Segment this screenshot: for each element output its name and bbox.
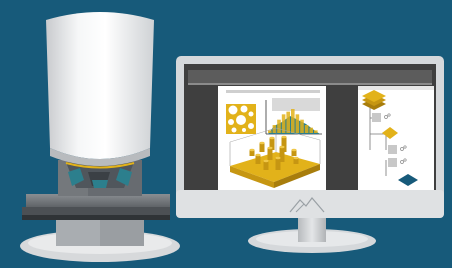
surface-pillar-top: [267, 146, 273, 150]
surface-pillar-top: [275, 156, 281, 160]
workflow-panel: [358, 86, 434, 190]
scene-svg: [20, 12, 444, 262]
histogram-bar: [295, 114, 300, 133]
surface-pillar-top: [281, 135, 287, 139]
particle-image: [226, 104, 256, 134]
surface-pillar-top: [263, 159, 269, 163]
panel-header-bar: [226, 90, 320, 93]
surface-pillar-top: [255, 153, 261, 157]
surface-pillar-top: [269, 136, 275, 140]
lens-segment-center: [92, 180, 108, 188]
surface-pillar: [255, 155, 261, 164]
histogram-bar: [300, 119, 304, 133]
screen-titlebar: [188, 70, 432, 83]
histogram-bar: [309, 127, 313, 133]
surface-pillar-top: [291, 148, 297, 152]
surface-pillar-top: [293, 156, 299, 160]
analysis-panel: [218, 86, 326, 190]
monitor: [176, 56, 444, 253]
illustration-canvas: [0, 0, 452, 268]
histogram-bar: [291, 109, 295, 133]
surface-pillar-top: [279, 145, 285, 149]
surface-pillar: [267, 148, 273, 160]
microscope-dome: [46, 12, 154, 159]
histogram-bar: [314, 130, 318, 133]
surface-pillar-top: [259, 141, 265, 145]
microscope: [20, 12, 180, 262]
histogram-bar: [268, 130, 272, 133]
histogram-bar: [277, 119, 281, 133]
histogram-bar: [304, 125, 309, 133]
histogram-bar: [286, 111, 290, 133]
surface-pillar: [275, 158, 281, 170]
surface-pillar-top: [249, 148, 255, 152]
surface-pillar: [259, 143, 265, 152]
microscope-stage: [26, 194, 170, 208]
surface-pillar: [263, 161, 269, 170]
